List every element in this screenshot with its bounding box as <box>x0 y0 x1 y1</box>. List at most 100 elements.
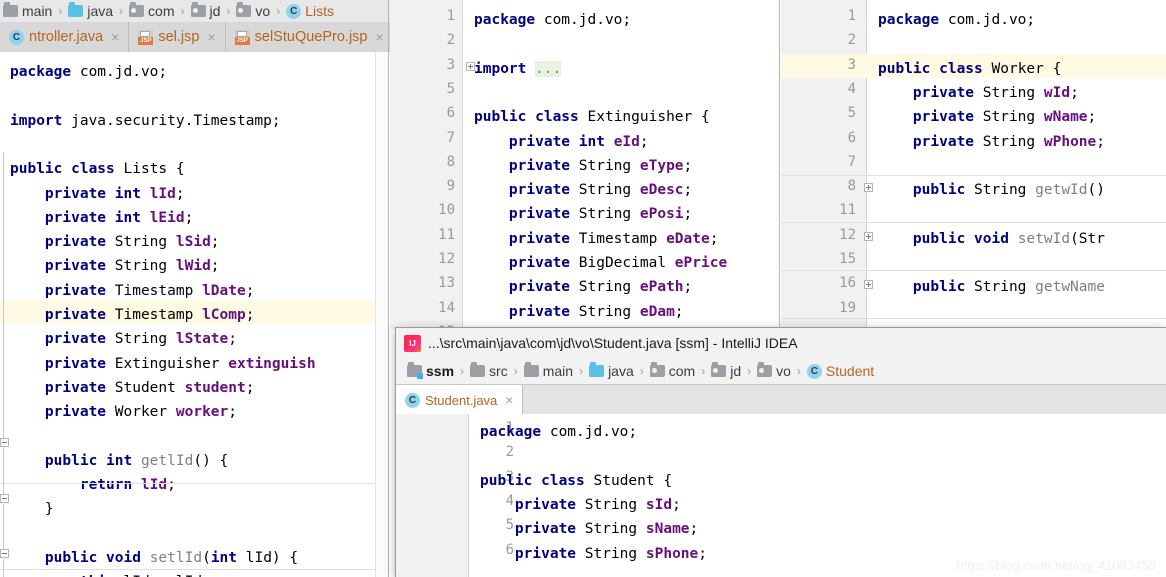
code-token: private <box>480 496 585 513</box>
fold-expand-icon[interactable] <box>864 280 873 290</box>
fold-expand-icon[interactable] <box>466 61 475 71</box>
code-token: private <box>474 255 579 271</box>
breadcrumb-item-src[interactable]: src <box>467 362 511 379</box>
fold-collapse-icon[interactable] <box>0 438 9 447</box>
fold-collapse-icon[interactable] <box>0 494 9 503</box>
window-title-text: ...\src\main\java\com\jd\vo\Student.java… <box>428 335 798 351</box>
line-number: 11 <box>438 226 455 243</box>
code-token: sPhone <box>645 545 699 562</box>
package-icon <box>711 362 727 377</box>
breadcrumb-item-ssm[interactable]: ssm <box>404 362 457 379</box>
line-number: 12 <box>438 251 455 267</box>
code-token: ; <box>175 185 185 202</box>
editor-tab-sel-jsp[interactable]: sel.jsp × <box>129 22 226 52</box>
code-token: public void <box>878 230 1018 247</box>
breadcrumb-item-jd[interactable]: jd <box>708 362 744 379</box>
code-token: String <box>114 258 176 275</box>
line-number: 1 <box>446 8 455 24</box>
line-number: 5 <box>446 80 455 97</box>
code-token: lId <box>140 477 168 494</box>
breadcrumb-item-java[interactable]: java <box>586 362 637 379</box>
code-token: private <box>10 282 115 299</box>
breadcrumb-item-vo[interactable]: vo <box>754 362 794 379</box>
code-token: ; <box>228 331 237 348</box>
breadcrumb-item-vo[interactable]: vo <box>233 2 273 19</box>
pane-divider-2[interactable] <box>779 0 780 330</box>
breadcrumb-item-student[interactable]: C Student <box>804 363 877 379</box>
code-token: ; <box>1070 84 1079 101</box>
code-token: private <box>474 303 579 320</box>
line-number: 3 <box>847 56 856 73</box>
fold-collapse-icon[interactable] <box>0 549 9 558</box>
editor-pane-extinguisher[interactable]: 12356789101112131415package com.jd.vo;im… <box>390 0 779 330</box>
line-number: 2 <box>446 32 455 49</box>
editor-tab-ntroller-java[interactable]: Cntroller.java × <box>0 22 130 52</box>
line-number: 1 <box>847 8 856 24</box>
screenshot-root: main › java › com › jd › vo › C Lists Cntroller.jav… <box>0 0 1166 577</box>
package-icon <box>190 2 206 17</box>
breadcrumb-item-label: com <box>148 3 175 19</box>
method-separator <box>781 318 1166 319</box>
folder-icon <box>3 2 18 17</box>
code-token: getlId <box>140 452 194 469</box>
code-line: package com.jd.vo; <box>878 8 1035 32</box>
editor-gutter[interactable] <box>396 414 469 577</box>
line-number: 14 <box>438 299 455 316</box>
line-number: 2 <box>505 444 514 461</box>
code-token: private <box>10 404 115 421</box>
code-token: ; <box>683 206 693 223</box>
class-icon: C <box>286 3 302 19</box>
code-token: private <box>10 379 115 396</box>
window-editor-body[interactable]: 1 2 3 4 5 6 package com.jd.vo; public class Stu… <box>396 414 1166 577</box>
pane-divider-1[interactable] <box>388 0 389 577</box>
breadcrumb-item-main[interactable]: main <box>521 362 576 379</box>
code-token: } <box>10 501 54 518</box>
code-line: public class Worker { <box>878 57 1061 81</box>
breadcrumb-item-main[interactable]: main <box>0 2 55 19</box>
code-line: private int eId; <box>474 130 649 154</box>
line-number: 19 <box>839 299 856 316</box>
breadcrumb-item-com[interactable]: com <box>126 2 177 19</box>
close-icon[interactable]: × <box>207 29 215 45</box>
fold-expand-icon[interactable] <box>864 183 873 193</box>
editor-pane-lists[interactable]: package com.jd.vo; import java.security.T… <box>0 52 388 577</box>
code-line: public void setwId(Str <box>878 227 1105 251</box>
editor-tab-label: selStuQuePro.jsp <box>254 29 368 45</box>
close-icon[interactable]: × <box>505 392 513 408</box>
code-line: import java.security.Timestamp; <box>10 109 281 133</box>
code-token: private <box>474 206 579 223</box>
code-token: private <box>10 331 115 348</box>
code-line: private String wPhone; <box>878 130 1105 154</box>
close-icon[interactable]: × <box>375 29 383 45</box>
code-line: private String ePosi; <box>474 202 692 226</box>
method-separator <box>781 270 1166 271</box>
breadcrumb-item-com[interactable]: com <box>647 362 698 379</box>
line-number: 12 <box>839 226 856 243</box>
breadcrumb-item-jd[interactable]: jd <box>188 2 224 19</box>
breadcrumb-item-label: Student <box>825 363 875 379</box>
code-line: private Worker worker; <box>10 400 237 424</box>
editor-tab-selstuquepro-jsp[interactable]: selStuQuePro.jsp × <box>226 22 394 52</box>
code-token: String <box>974 279 1036 296</box>
code-token: String <box>982 133 1044 150</box>
code-token: com.jd.vo; <box>543 12 632 28</box>
code-token: com.jd.vo; <box>549 424 638 440</box>
breadcrumb-item-java[interactable]: java <box>65 2 116 19</box>
code-token: Lists { <box>123 161 185 178</box>
code-token: eType <box>639 157 684 174</box>
code-token: ePosi <box>639 206 684 223</box>
editor-tab-label: Student.java <box>425 392 498 408</box>
floating-window-student[interactable]: ...\src\main\java\com\jd\vo\Student.java… <box>396 328 1166 577</box>
close-icon[interactable]: × <box>111 29 119 45</box>
code-line: return lId; <box>10 473 176 497</box>
error-stripe[interactable] <box>375 52 388 577</box>
code-token: import <box>474 60 536 77</box>
method-separator <box>781 222 1166 223</box>
editor-pane-worker[interactable]: 1 2 3 4 5 6 7 8 11 12 15 16 19 package com.jd.vo; publ… <box>781 0 1166 330</box>
breadcrumb-item-lists[interactable]: C Lists <box>283 3 337 19</box>
code-token: eDate <box>666 230 710 247</box>
editor-tab-student-java[interactable]: C Student.java × <box>396 385 524 415</box>
fold-expand-icon[interactable] <box>864 231 873 241</box>
editor-tab-label: ntroller.java <box>29 29 104 45</box>
code-token: package <box>10 64 80 80</box>
